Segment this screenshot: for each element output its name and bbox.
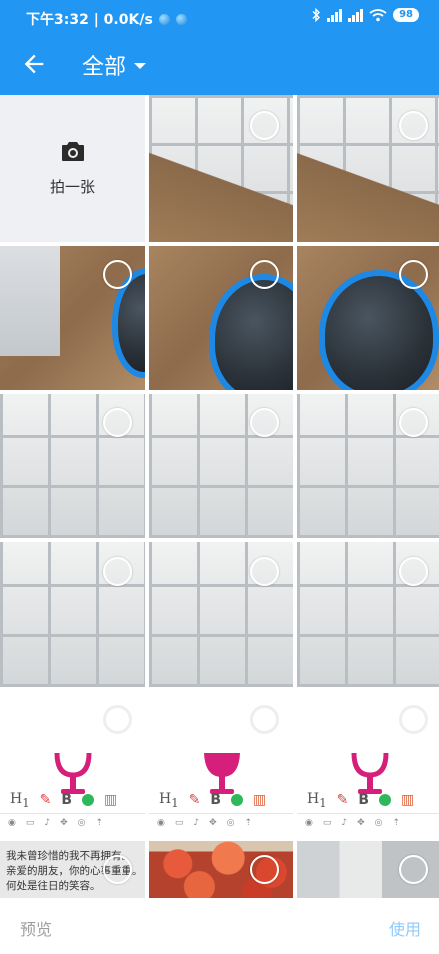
bluetooth-icon <box>312 8 321 22</box>
wifi-icon <box>369 9 387 22</box>
select-circle[interactable] <box>399 705 428 734</box>
photo-thumbnail[interactable]: H1 ✎ B ▥ ◉ ▭ ♪ ✥ ◎ ⇡ <box>149 691 293 837</box>
signal-icon <box>327 8 343 22</box>
photo-thumbnail[interactable]: H1 ✎ B ▥ ◉ ▭ ♪ ✥ ◎ ⇡ <box>0 691 145 837</box>
photo-thumbnail[interactable] <box>297 841 439 898</box>
select-circle[interactable] <box>250 705 279 734</box>
photo-thumbnail[interactable] <box>0 394 145 538</box>
select-circle[interactable] <box>399 111 428 140</box>
photo-thumbnail[interactable] <box>0 246 145 390</box>
bottom-bar: 预览 使用 <box>0 898 439 954</box>
notification-icon <box>158 13 170 25</box>
status-time-speed: 下午3:32 | 0.0K/s <box>26 12 153 28</box>
select-circle[interactable] <box>103 557 132 586</box>
editor-toolbar-secondary: ◉ ▭ ♪ ✥ ◎ ⇡ <box>297 813 439 831</box>
editor-toolbar-secondary: ◉ ▭ ♪ ✥ ◎ ⇡ <box>0 813 145 831</box>
photo-thumbnail[interactable] <box>149 246 293 390</box>
select-circle[interactable] <box>103 855 132 884</box>
photo-thumbnail[interactable]: 我未曾珍惜的我不再拥有。 亲爱的朋友，你的心事重重。 何处是往日的笑容。 <box>0 841 145 898</box>
select-circle[interactable] <box>399 557 428 586</box>
photo-thumbnail[interactable] <box>297 542 439 687</box>
photo-thumbnail[interactable] <box>149 542 293 687</box>
editor-toolbar-secondary: ◉ ▭ ♪ ✥ ◎ ⇡ <box>149 813 293 831</box>
select-circle[interactable] <box>103 705 132 734</box>
app-bar: 全部 <box>0 36 439 95</box>
photo-thumbnail[interactable] <box>149 95 293 242</box>
photo-thumbnail[interactable]: H1 ✎ B ▥ ◉ ▭ ♪ ✥ ◎ ⇡ <box>297 691 439 837</box>
status-right: 98 <box>311 8 419 22</box>
battery-icon: 98 <box>393 8 419 22</box>
select-circle[interactable] <box>250 260 279 289</box>
dropdown-caret-icon <box>134 63 147 69</box>
back-arrow-icon[interactable] <box>20 50 48 78</box>
preview-button[interactable]: 预览 <box>20 916 52 940</box>
status-left: 下午3:32 | 0.0K/s <box>26 9 187 29</box>
select-circle[interactable] <box>399 855 428 884</box>
photo-thumbnail[interactable] <box>297 95 439 242</box>
select-circle[interactable] <box>250 855 279 884</box>
select-circle[interactable] <box>399 408 428 437</box>
editor-toolbar: H1 ✎ B ▥ <box>10 790 118 810</box>
album-selector[interactable]: 全部 <box>82 49 147 81</box>
select-circle[interactable] <box>103 260 132 289</box>
select-circle[interactable] <box>399 260 428 289</box>
select-circle[interactable] <box>250 111 279 140</box>
photo-thumbnail[interactable] <box>0 542 145 687</box>
photo-thumbnail[interactable] <box>149 394 293 538</box>
editor-toolbar: H1 ✎ B ▥ <box>159 790 267 810</box>
select-circle[interactable] <box>250 557 279 586</box>
use-button[interactable]: 使用 <box>389 916 421 940</box>
album-title: 全部 <box>82 55 127 80</box>
photo-thumbnail[interactable] <box>297 394 439 538</box>
photo-thumbnail[interactable] <box>297 246 439 390</box>
photo-thumbnail[interactable] <box>149 841 293 898</box>
camera-icon <box>61 142 84 161</box>
status-bar: 下午3:32 | 0.0K/s 98 <box>0 0 439 36</box>
take-photo-label: 拍一张 <box>49 178 95 196</box>
take-photo-tile[interactable]: 拍一张 <box>0 95 145 242</box>
editor-toolbar: H1 ✎ B ▥ <box>307 790 415 810</box>
signal-icon <box>348 8 364 22</box>
select-circle[interactable] <box>250 408 279 437</box>
notification-icon <box>175 13 187 25</box>
select-circle[interactable] <box>103 408 132 437</box>
